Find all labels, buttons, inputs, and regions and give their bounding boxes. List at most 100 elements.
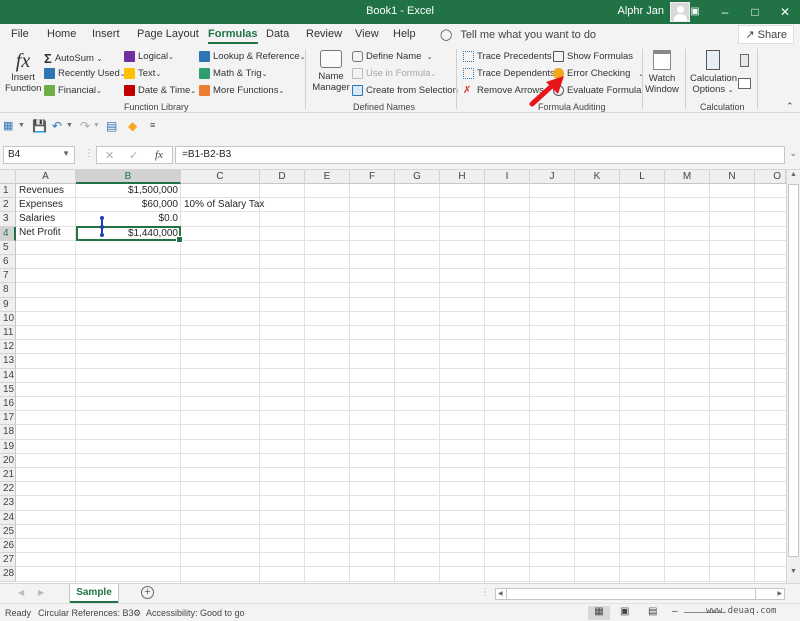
cell-b3[interactable]: $0.0	[76, 212, 181, 226]
row-header-5[interactable]: 5	[0, 240, 16, 255]
trace-precedents-button[interactable]: Trace Precedents	[463, 51, 552, 62]
row-header-17[interactable]: 17	[0, 411, 16, 426]
calculate-sheet-icon[interactable]	[738, 78, 751, 89]
cell-a3[interactable]: Salaries	[16, 212, 76, 226]
undo-dropdown-icon[interactable]: ▼	[66, 122, 73, 129]
row-header-10[interactable]: 10	[0, 311, 16, 326]
row-header-14[interactable]: 14	[0, 368, 16, 383]
sheet-scroll-right-icon[interactable]: ▶	[38, 588, 44, 597]
column-header-n[interactable]: N	[710, 170, 755, 184]
row-header-9[interactable]: 9	[0, 297, 16, 312]
logical-button[interactable]: Logical ⌄	[124, 51, 174, 62]
column-header-b[interactable]: B	[76, 170, 181, 184]
create-from-selection-button[interactable]: Create from Selection	[352, 85, 458, 96]
user-name[interactable]: Alphr Jan	[618, 5, 664, 17]
tab-page-layout[interactable]: Page Layout	[137, 28, 199, 40]
sheet-tab-sample[interactable]: Sample	[70, 584, 118, 603]
undo-icon[interactable]: ↶	[52, 119, 62, 133]
row-header-19[interactable]: 19	[0, 439, 16, 454]
vertical-scroll-thumb[interactable]	[788, 184, 799, 557]
formula-bar-grip-icon[interactable]: ⋮	[84, 148, 94, 159]
row-header-27[interactable]: 27	[0, 553, 16, 568]
tab-file[interactable]: File	[11, 28, 29, 40]
lookup-reference-button[interactable]: Lookup & Reference ⌄	[199, 51, 306, 62]
customize-view-icon[interactable]: ▦	[3, 119, 13, 132]
column-header-l[interactable]: L	[620, 170, 665, 184]
use-in-formula-button[interactable]: Use in Formula ⌄	[352, 68, 436, 79]
column-header-o[interactable]: O	[755, 170, 786, 184]
insert-function-icon[interactable]: fx	[155, 149, 163, 161]
row-header-2[interactable]: 2	[0, 198, 16, 213]
row-header-7[interactable]: 7	[0, 269, 16, 284]
row-header-11[interactable]: 11	[0, 326, 16, 341]
tab-help[interactable]: Help	[393, 28, 416, 40]
recently-used-button[interactable]: Recently Used ⌄	[44, 68, 126, 79]
row-header-21[interactable]: 21	[0, 468, 16, 483]
scroll-up-icon[interactable]: ▲	[788, 171, 799, 183]
status-accessibility[interactable]: Accessibility: Good to go	[146, 608, 245, 618]
column-header-j[interactable]: J	[530, 170, 575, 184]
define-name-button[interactable]: Define Name ⌄	[352, 51, 433, 62]
column-header-a[interactable]: A	[16, 170, 76, 184]
insert-function-button[interactable]: fx Insert Function	[5, 50, 41, 94]
cell-b2[interactable]: $60,000	[76, 198, 181, 212]
row-header-16[interactable]: 16	[0, 397, 16, 412]
new-sheet-icon[interactable]: +	[141, 586, 154, 599]
share-button[interactable]: ↗ Share	[738, 25, 794, 44]
collapse-ribbon-icon[interactable]: ⌃	[786, 101, 794, 112]
ribbon-display-options-icon[interactable]: ▣	[680, 0, 710, 24]
status-circular-references[interactable]: Circular References: B3	[38, 608, 134, 618]
column-header-h[interactable]: H	[440, 170, 485, 184]
row-header-26[interactable]: 26	[0, 539, 16, 554]
column-header-m[interactable]: M	[665, 170, 710, 184]
name-box[interactable]: B4 ▼	[3, 146, 75, 164]
column-header-f[interactable]: F	[350, 170, 395, 184]
row-header-20[interactable]: 20	[0, 453, 16, 468]
math-trig-button[interactable]: Math & Trig ⌄	[199, 68, 267, 79]
autosum-button[interactable]: Σ AutoSum ⌄	[44, 51, 102, 66]
scroll-left-icon[interactable]: ◀	[498, 590, 503, 597]
column-header-c[interactable]: C	[181, 170, 260, 184]
more-functions-button[interactable]: More Functions ⌄	[199, 85, 284, 96]
column-header-k[interactable]: K	[575, 170, 620, 184]
select-all-button[interactable]	[0, 170, 16, 184]
cell-b1[interactable]: $1,500,000	[76, 184, 181, 198]
row-header-28[interactable]: 28	[0, 567, 16, 582]
row-header-12[interactable]: 12	[0, 340, 16, 355]
tab-data[interactable]: Data	[266, 28, 289, 40]
column-header-e[interactable]: E	[305, 170, 350, 184]
error-checking-qat-icon[interactable]: ◆	[128, 119, 137, 133]
minimize-icon[interactable]: –	[710, 0, 740, 24]
tab-home[interactable]: Home	[47, 28, 76, 40]
tab-split-grip-icon[interactable]: ⋮	[480, 587, 490, 598]
cell-a2[interactable]: Expenses	[16, 198, 76, 212]
financial-button[interactable]: Financial ⌄	[44, 85, 102, 96]
text-button[interactable]: Text ⌄	[124, 68, 161, 79]
row-header-6[interactable]: 6	[0, 255, 16, 270]
row-header-1[interactable]: 1	[0, 184, 16, 199]
close-icon[interactable]: ✕	[770, 0, 800, 24]
worksheet-grid[interactable]: A B C D E F G H I J K L M N O 1234567891…	[0, 170, 786, 583]
horizontal-scrollbar[interactable]: ◀ ▶	[495, 588, 785, 600]
row-header-8[interactable]: 8	[0, 283, 16, 298]
enter-icon[interactable]: ✓	[129, 149, 138, 162]
row-header-23[interactable]: 23	[0, 496, 16, 511]
expand-formula-bar-icon[interactable]: ⌄	[789, 148, 797, 159]
redo-icon[interactable]: ↷	[80, 119, 90, 133]
tab-formulas[interactable]: Formulas	[208, 28, 258, 44]
sheet-scroll-left-icon[interactable]: ◀	[18, 588, 24, 597]
tell-me-search[interactable]: ◯ Tell me what you want to do	[440, 28, 596, 41]
row-header-24[interactable]: 24	[0, 510, 16, 525]
name-box-dropdown-icon[interactable]: ▼	[62, 149, 70, 158]
show-formulas-button[interactable]: Show Formulas	[553, 51, 633, 62]
page-break-preview-icon[interactable]: ▤	[648, 606, 657, 617]
column-header-i[interactable]: I	[485, 170, 530, 184]
chevron-down-icon[interactable]: ▼	[18, 122, 25, 129]
date-time-button[interactable]: Date & Time ⌄	[124, 85, 196, 96]
cell-a4[interactable]: Net Profit	[16, 226, 76, 240]
tab-view[interactable]: View	[355, 28, 379, 40]
scroll-down-icon[interactable]: ▼	[788, 568, 799, 580]
scroll-right-icon[interactable]: ▶	[777, 590, 782, 597]
redo-dropdown-icon[interactable]: ▼	[93, 122, 100, 129]
save-icon[interactable]: 💾	[32, 119, 47, 133]
